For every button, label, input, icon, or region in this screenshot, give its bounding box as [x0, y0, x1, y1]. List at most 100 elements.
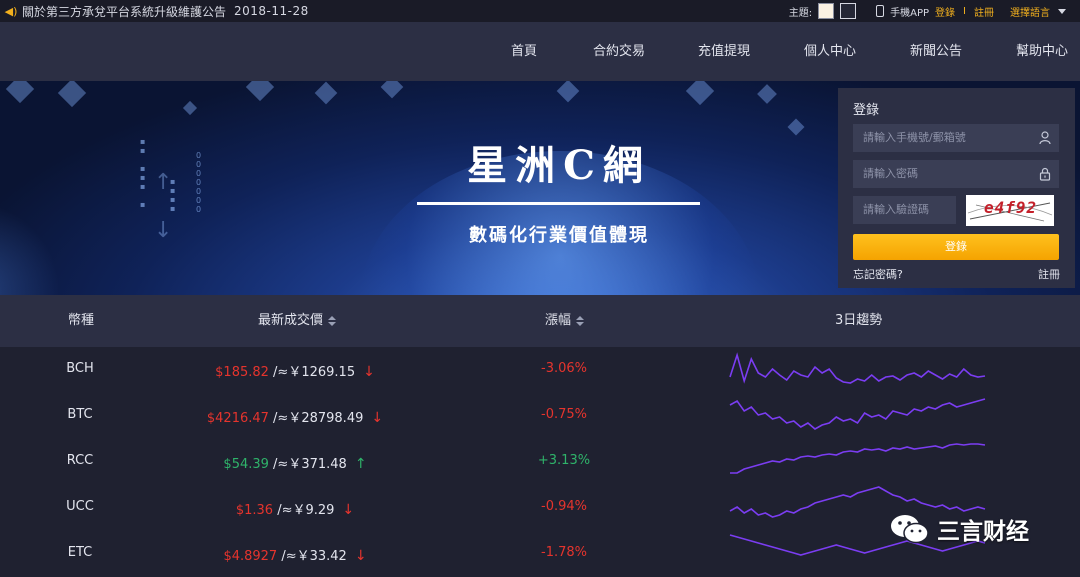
price-cell: $4.8927 /≈￥33.42 ↓: [180, 545, 410, 564]
arrow-down-icon: ↓: [371, 410, 384, 426]
nav-item-news[interactable]: 新聞公告: [910, 22, 962, 81]
top-right-links: 主題: 手機APP 登錄 I 註冊 選擇語言: [789, 0, 1066, 22]
lock-icon: [1039, 167, 1051, 181]
arrow-decoration: ↑ ↓: [154, 170, 173, 243]
speaker-icon: ◀): [4, 4, 18, 18]
captcha-placeholder: 請輸入驗證碼: [863, 203, 929, 216]
theme-label: 主題:: [788, 7, 813, 19]
diamond-decoration: [5, 81, 35, 104]
trend-line: [729, 398, 986, 430]
password-field[interactable]: 請輸入密碼: [853, 160, 1059, 188]
user-icon: [1039, 131, 1051, 145]
price-usd: $4216.47: [206, 411, 269, 426]
price-usd: $1.36: [235, 503, 274, 518]
arrow-down-icon: ↓: [363, 364, 375, 380]
diamond-decoration: [314, 81, 338, 105]
nav-item-home[interactable]: 首頁: [511, 22, 537, 81]
coin-name: ETC: [67, 545, 93, 560]
market-table-header: 幣種 最新成交價 漲幅 3日趨勢: [0, 295, 1080, 347]
nav-item-contract-trading[interactable]: 合約交易: [593, 22, 645, 81]
password-placeholder: 請輸入密碼: [863, 167, 918, 180]
arrow-up-icon: ↑: [354, 456, 367, 472]
price-usd: $185.82: [215, 365, 269, 380]
theme-dark-swatch[interactable]: [840, 3, 857, 19]
coin-name: UCC: [66, 499, 94, 514]
mobile-app-link[interactable]: 手機APP: [890, 4, 929, 19]
sort-icon[interactable]: [576, 316, 585, 326]
link-separator: I: [963, 5, 966, 17]
arrow-down-icon: ↓: [354, 548, 367, 564]
register-link[interactable]: 註冊: [1038, 266, 1060, 282]
watermark-text: 三言财经: [937, 519, 1029, 545]
table-row[interactable]: BTC $4216.47 /≈￥28798.49 ↓ -0.75%: [0, 393, 1080, 439]
trend-sparkline: [729, 398, 986, 430]
top-login-link[interactable]: 登錄: [935, 4, 955, 19]
price-cny: /≈￥28798.49: [268, 411, 364, 426]
captcha-field[interactable]: 請輸入驗證碼: [853, 196, 956, 224]
price-usd: $54.39: [223, 457, 269, 472]
account-placeholder: 請輸入手機號/郵箱號: [863, 131, 966, 144]
notice-date: 2018-11-28: [234, 4, 309, 18]
language-select[interactable]: 選擇語言: [1010, 4, 1050, 19]
sort-icon[interactable]: [328, 316, 337, 326]
main-nav: 首頁 合約交易 充值提現 個人中心 新聞公告 幫助中心: [0, 22, 1080, 81]
data-dots-decoration: 0000000: [196, 151, 204, 214]
hero-title: 星洲C網: [467, 142, 651, 189]
diamond-decoration: [685, 81, 715, 106]
forgot-password-link[interactable]: 忘記密碼?: [853, 266, 903, 282]
column-header-price[interactable]: 最新成交價: [258, 295, 337, 347]
trend-line: [729, 352, 986, 384]
login-footer: 忘記密碼? 註冊: [853, 266, 1060, 282]
hero-divider: [417, 202, 700, 205]
price-cell: $1.36 /≈￥9.29 ↓: [180, 499, 410, 518]
change-percent: -1.78%: [541, 545, 587, 560]
diamond-decoration: [556, 81, 580, 103]
diamond-decoration: [57, 81, 87, 108]
top-register-link[interactable]: 註冊: [974, 4, 994, 19]
change-percent: -0.94%: [541, 499, 587, 514]
price-cny: /≈￥33.42: [277, 549, 347, 564]
diamond-decoration: [245, 81, 275, 102]
coin-name: BCH: [66, 361, 94, 376]
nav-item-personal-center[interactable]: 個人中心: [804, 22, 856, 81]
arrow-down-icon: ↓: [342, 502, 355, 518]
captcha-image[interactable]: e4f92: [966, 195, 1054, 226]
login-button[interactable]: 登錄: [853, 234, 1059, 260]
coin-name: RCC: [66, 453, 94, 468]
change-percent: -3.06%: [541, 361, 587, 376]
planet-graphic: [0, 201, 60, 295]
price-usd: $4.8927: [223, 549, 278, 564]
price-cny: /≈￥371.48: [268, 457, 347, 472]
price-cell: $54.39 /≈￥371.48 ↑: [180, 453, 410, 472]
nav-item-deposit-withdraw[interactable]: 充值提現: [698, 22, 750, 81]
table-row[interactable]: BCH $185.82 /≈￥1269.15 ↓ -3.06%: [0, 347, 1080, 393]
trend-sparkline: [730, 443, 986, 474]
captcha-row: 請輸入驗證碼 e4f92: [853, 195, 1060, 226]
price-cny: /≈￥1269.15: [268, 365, 356, 380]
hero-subtitle: 數碼化行業價值體現: [469, 225, 649, 246]
account-field[interactable]: 請輸入手機號/郵箱號: [853, 124, 1059, 152]
column-header-change-label: 漲幅: [545, 313, 572, 328]
price-cny: /≈￥9.29: [273, 503, 335, 518]
notice-link[interactable]: 關於第三方承兌平台系統升級維護公告: [22, 3, 226, 20]
login-panel: 登錄 請輸入手機號/郵箱號 請輸入密碼 請輸入驗證碼 e4f92 登錄 忘記密碼…: [838, 88, 1075, 288]
captcha-text: e4f92: [984, 198, 1038, 217]
phone-icon: [876, 5, 885, 17]
column-header-trend: 3日趨勢: [835, 295, 882, 347]
column-header-coin: 幣種: [68, 295, 94, 347]
data-dots-decoration: ▪ ▪ ▪ ▪ ▪ ▪: [140, 137, 148, 209]
price-cell: $4216.47 /≈￥28798.49 ↓: [180, 407, 410, 426]
table-row[interactable]: RCC $54.39 /≈￥371.48 ↑ +3.13%: [0, 439, 1080, 485]
notice-bar: ◀) 關於第三方承兌平台系統升級維護公告 2018-11-28 主題: 手機AP…: [0, 0, 1080, 22]
watermark: 三言财经: [889, 510, 1049, 548]
theme-light-swatch[interactable]: [818, 3, 835, 19]
column-header-coin-label: 幣種: [68, 313, 95, 328]
nav-item-help[interactable]: 幫助中心: [1016, 22, 1068, 81]
chevron-down-icon[interactable]: [1058, 8, 1066, 14]
diamond-decoration: [380, 81, 404, 99]
coin-name: BTC: [67, 407, 93, 422]
column-header-change[interactable]: 漲幅: [545, 295, 585, 347]
price-cell: $185.82 /≈￥1269.15 ↓: [180, 361, 410, 380]
login-title: 登錄: [853, 103, 880, 118]
change-percent: +3.13%: [537, 453, 591, 468]
